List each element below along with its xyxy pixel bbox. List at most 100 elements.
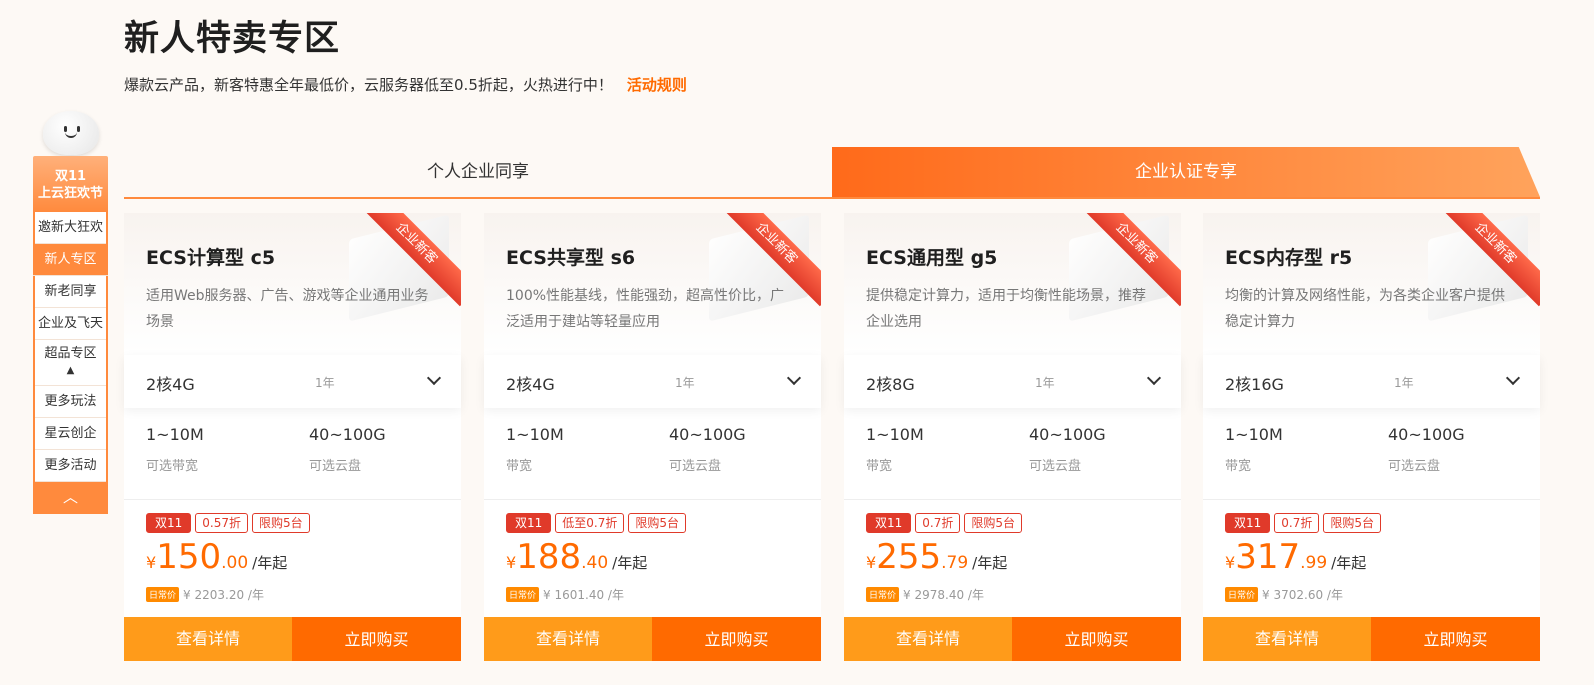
page-title: 新人特卖专区 <box>124 19 341 59</box>
disk-label: 可选云盘 <box>1388 459 1441 474</box>
buy-now-button[interactable]: 立即购买 <box>1371 617 1540 661</box>
side-item-more-activities[interactable]: 更多活动 <box>35 450 106 482</box>
price-currency: ¥ <box>146 553 157 572</box>
price: ¥317.99/年起 <box>1225 537 1366 577</box>
tag-discount: 0.57折 <box>195 513 249 533</box>
disk-value: 40~100G <box>309 425 386 444</box>
tag-limit: 限购5台 <box>252 513 310 533</box>
tag-discount: 低至0.7折 <box>555 513 625 533</box>
back-to-top-chevron-icon[interactable]: ︿ <box>35 482 106 512</box>
product-card: 企业新客 ECS内存型 r5 均衡的计算及网络性能，为各类企业客户提供稳定计算力… <box>1203 213 1540 661</box>
price-unit: /年起 <box>1331 554 1367 572</box>
promo-tags: 双11 低至0.7折 限购5台 <box>506 513 690 533</box>
side-item-startup[interactable]: 星云创企 <box>35 418 106 450</box>
divider <box>484 499 821 500</box>
price-unit: /年起 <box>972 554 1008 572</box>
side-item-more-play[interactable]: 更多玩法 <box>35 386 106 418</box>
bandwidth-label: 带宽 <box>506 459 533 474</box>
price-decimal: .00 <box>221 553 249 573</box>
caret-up-icon: ▲ <box>66 365 75 376</box>
disk-label: 可选云盘 <box>1029 459 1082 474</box>
buy-now-button[interactable]: 立即购买 <box>1012 617 1181 661</box>
product-desc: 100%性能基线，性能强劲，超高性价比，广泛适用于建站等轻量应用 <box>506 288 785 330</box>
side-nav-header-line2: 上云狂欢节 <box>37 186 103 201</box>
regular-price-value: ¥ 2978.40 /年 <box>903 588 984 602</box>
original-price: 日常价 ¥ 2203.20 /年 <box>146 586 264 603</box>
spec-value: 2核4G <box>506 375 555 394</box>
price: ¥188.40/年起 <box>506 537 647 577</box>
regular-price-label: 日常价 <box>866 587 900 602</box>
spec-dropdown[interactable]: 2核4G 1年 <box>484 355 821 408</box>
price-integer: 188 <box>516 537 582 577</box>
side-nav-header-line1: 双11 <box>54 169 87 184</box>
product-desc: 均衡的计算及网络性能，为各类企业客户提供稳定计算力 <box>1225 288 1505 330</box>
term-value: 1年 <box>315 376 335 390</box>
term-value: 1年 <box>1394 376 1414 390</box>
side-item-invite[interactable]: 邀新大狂欢 <box>35 212 106 244</box>
divider <box>124 499 461 500</box>
buy-now-button[interactable]: 立即购买 <box>652 617 821 661</box>
side-item-newcomer[interactable]: 新人专区 <box>33 244 108 276</box>
spec-dropdown[interactable]: 2核16G 1年 <box>1203 355 1540 408</box>
side-nav-list: 邀新大狂欢 新人专区 新老同享 企业及飞天 超品专区 ▲ 更多玩法 星云创企 更… <box>33 212 108 514</box>
view-details-button[interactable]: 查看详情 <box>484 617 652 661</box>
bandwidth-label: 带宽 <box>1225 459 1252 474</box>
tag-double11: 双11 <box>146 513 192 533</box>
side-item-shared[interactable]: 新老同享 <box>35 276 106 308</box>
original-price: 日常价 ¥ 2978.40 /年 <box>866 586 984 603</box>
tag-limit: 限购5台 <box>628 513 687 533</box>
bandwidth-value: 1~10M <box>1225 425 1283 444</box>
view-details-button[interactable]: 查看详情 <box>124 617 292 661</box>
product-card: 企业新客 ECS计算型 c5 适用Web服务器、广告、游戏等企业通用业务场景 2… <box>124 213 461 661</box>
divider <box>844 499 1181 500</box>
tag-limit: 限购5台 <box>1323 513 1382 533</box>
regular-price-label: 日常价 <box>506 587 540 602</box>
activity-rules-link[interactable]: 活动规则 <box>627 76 687 94</box>
price-unit: /年起 <box>252 554 288 572</box>
buy-now-button[interactable]: 立即购买 <box>292 617 461 661</box>
view-details-button[interactable]: 查看详情 <box>844 617 1012 661</box>
price-currency: ¥ <box>1225 553 1236 572</box>
price-integer: 150 <box>156 537 222 577</box>
price-unit: /年起 <box>612 554 648 572</box>
bandwidth-value: 1~10M <box>146 425 204 444</box>
disk-value: 40~100G <box>1029 425 1106 444</box>
tag-double11: 双11 <box>866 513 912 533</box>
price: ¥255.79/年起 <box>866 537 1007 577</box>
disk-label: 可选云盘 <box>309 459 362 474</box>
bandwidth-label: 带宽 <box>866 459 893 474</box>
tag-double11: 双11 <box>506 513 552 533</box>
term-value: 1年 <box>675 376 695 390</box>
price-currency: ¥ <box>506 553 517 572</box>
price-integer: 255 <box>876 537 942 577</box>
product-card: 企业新客 ECS共享型 s6 100%性能基线，性能强劲，超高性价比，广泛适用于… <box>484 213 821 661</box>
price-decimal: .79 <box>941 553 969 573</box>
product-card: 企业新客 ECS通用型 g5 提供稳定计算力，适用于均衡性能场景，推荐企业选用 … <box>844 213 1181 661</box>
chevron-down-icon <box>1505 370 1521 386</box>
side-item-premium-label: 超品专区 <box>44 346 97 361</box>
original-price: 日常价 ¥ 3702.60 /年 <box>1225 586 1343 603</box>
tag-double11: 双11 <box>1225 513 1271 533</box>
tab-personal-enterprise[interactable]: 个人企业同享 <box>124 147 832 197</box>
tag-discount: 0.7折 <box>915 513 961 533</box>
bandwidth-label: 可选带宽 <box>146 459 199 474</box>
price-decimal: .40 <box>581 553 609 573</box>
side-nav-header[interactable]: 双11 上云狂欢节 <box>33 156 108 212</box>
promo-tags: 双11 0.7折 限购5台 <box>866 513 1026 533</box>
tab-bar: 个人企业同享 企业认证专享 <box>124 147 1540 199</box>
product-name: ECS计算型 c5 <box>146 247 276 269</box>
tag-discount: 0.7折 <box>1274 513 1320 533</box>
spec-dropdown[interactable]: 2核8G 1年 <box>844 355 1181 408</box>
promo-tags: 双11 0.57折 限购5台 <box>146 513 314 533</box>
side-item-premium[interactable]: 超品专区 ▲ <box>35 340 106 386</box>
regular-price-label: 日常价 <box>146 587 180 602</box>
original-price: 日常价 ¥ 1601.40 /年 <box>506 586 624 603</box>
price-integer: 317 <box>1235 537 1301 577</box>
tab-enterprise-certified[interactable]: 企业认证专享 <box>832 147 1540 197</box>
divider <box>1203 499 1540 500</box>
side-item-enterprise[interactable]: 企业及飞天 <box>35 308 106 340</box>
view-details-button[interactable]: 查看详情 <box>1203 617 1371 661</box>
spec-dropdown[interactable]: 2核4G 1年 <box>124 355 461 408</box>
product-name: ECS内存型 r5 <box>1225 247 1353 269</box>
product-name: ECS通用型 g5 <box>866 247 998 269</box>
